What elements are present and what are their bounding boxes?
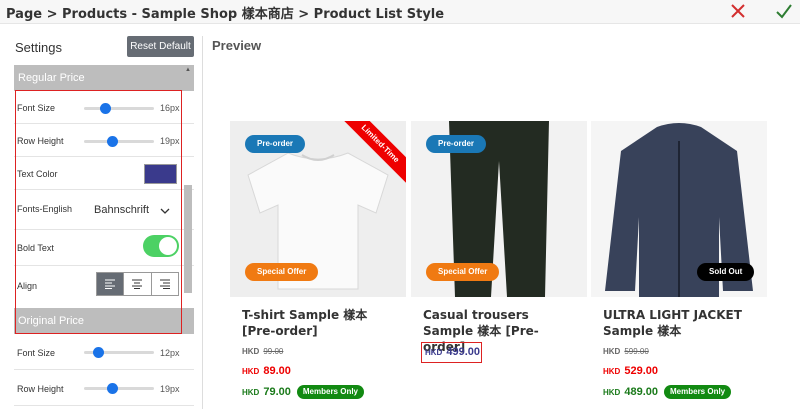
setting-font-size: Font Size 16px [14, 91, 194, 124]
members-only-badge: Members Only [664, 385, 732, 399]
currency: HKD [603, 367, 621, 376]
align-left-icon [105, 279, 116, 289]
setting-fonts-english: Fonts-English Bahnschrift [14, 190, 194, 230]
original-price: HKD 99.00 [242, 347, 283, 356]
product-card[interactable]: Pre-order Special Offer Casual trousers … [411, 121, 587, 411]
currency: HKD [242, 388, 260, 397]
font-size-value: 16px [160, 103, 180, 113]
amount: 489.00 [624, 386, 658, 398]
check-icon[interactable] [774, 1, 794, 21]
reset-default-button[interactable]: Reset Default [127, 36, 194, 57]
orig-font-size-slider[interactable] [84, 347, 154, 358]
panel-divider [202, 36, 203, 409]
setting-orig-font-size: Font Size 12px [14, 334, 194, 370]
align-right-icon [159, 279, 170, 289]
slider-knob[interactable] [107, 383, 118, 394]
font-size-slider[interactable] [84, 103, 154, 114]
scrollbar-thumb[interactable] [184, 185, 192, 293]
settings-panel: Settings Reset Default Regular Price Fon… [0, 24, 198, 409]
currency: HKD [425, 348, 443, 357]
breadcrumb: Page > Products - Sample Shop 樣本商店 > Pro… [6, 7, 445, 22]
member-price: HKD 489.00 Members Only [603, 385, 732, 399]
product-image[interactable]: Pre-order Special Offer [411, 121, 587, 297]
fonts-english-dropdown[interactable]: Bahnschrift [94, 204, 149, 216]
align-left-button[interactable] [97, 273, 125, 295]
text-color-label: Text Color [17, 169, 58, 179]
member-price: HKD 79.00 Members Only [242, 385, 365, 399]
pre-order-badge: Pre-order [245, 135, 306, 153]
sale-price: HKD 529.00 [603, 365, 658, 377]
product-card[interactable]: Sold Out ULTRA LIGHT JACKET Sample 樣本 HK… [591, 121, 767, 411]
font-size-label: Font Size [17, 348, 56, 358]
members-only-badge: Members Only [296, 385, 365, 399]
orig-row-height-value: 19px [160, 384, 180, 394]
slider-knob[interactable] [100, 103, 111, 114]
align-right-button[interactable] [152, 273, 178, 295]
row-height-slider[interactable] [84, 136, 154, 147]
setting-text-color: Text Color [14, 157, 194, 190]
bold-text-toggle[interactable] [143, 235, 179, 257]
currency: HKD [242, 367, 260, 376]
amount: 89.00 [263, 365, 291, 377]
amount: 529.00 [624, 365, 658, 377]
product-image[interactable]: Pre-order Special Offer Limited-Time [230, 121, 406, 297]
settings-scroll-area: Regular Price Font Size 16px Row Height … [14, 65, 194, 409]
currency: HKD [603, 347, 621, 356]
chevron-down-icon[interactable] [160, 206, 170, 216]
original-price: HKD 599.00 [603, 347, 649, 356]
pre-order-badge: Pre-order [426, 135, 487, 153]
toggle-knob [159, 237, 177, 255]
font-size-label: Font Size [17, 103, 56, 113]
row-height-value: 19px [160, 136, 180, 146]
top-bar: Page > Products - Sample Shop 樣本商店 > Pro… [0, 0, 800, 24]
regular-price-highlighted: HKD 499.00 [421, 342, 482, 363]
setting-row-height: Row Height 19px [14, 124, 194, 157]
settings-title: Settings [15, 40, 62, 55]
preview-title: Preview [212, 38, 262, 53]
row-height-label: Row Height [17, 384, 64, 394]
bold-text-label: Bold Text [17, 243, 54, 253]
amount: 99.00 [263, 347, 284, 356]
sold-out-badge: Sold Out [697, 263, 755, 281]
currency: HKD [242, 347, 260, 356]
special-offer-badge: Special Offer [426, 263, 500, 281]
amount: 599.00 [624, 347, 649, 356]
align-button-group [96, 272, 179, 296]
orig-font-size-value: 12px [160, 348, 180, 358]
slider-knob[interactable] [107, 136, 118, 147]
fonts-english-label: Fonts-English [17, 204, 73, 214]
amount: 499.00 [446, 346, 480, 358]
scroll-up-icon[interactable]: ▲ [185, 67, 191, 73]
special-offer-badge: Special Offer [245, 263, 319, 281]
close-icon[interactable] [728, 1, 748, 21]
setting-align: Align [14, 266, 194, 304]
setting-bold-text: Bold Text [14, 230, 194, 266]
product-card[interactable]: Pre-order Special Offer Limited-Time T-s… [230, 121, 406, 411]
align-center-button[interactable] [124, 273, 152, 295]
align-label: Align [17, 281, 38, 291]
settings-scrollbar[interactable]: ▲ [183, 65, 193, 409]
text-color-swatch[interactable] [144, 164, 177, 184]
slider-knob[interactable] [93, 347, 104, 358]
align-center-icon [132, 279, 143, 289]
product-image[interactable]: Sold Out [591, 121, 767, 297]
section-original-price[interactable]: Original Price [14, 308, 194, 334]
orig-row-height-slider[interactable] [84, 383, 154, 394]
currency: HKD [603, 388, 621, 397]
setting-orig-row-height: Row Height 19px [14, 370, 194, 406]
product-name[interactable]: ULTRA LIGHT JACKET Sample 樣本 [603, 307, 758, 339]
amount: 79.00 [263, 386, 291, 398]
row-height-label: Row Height [17, 136, 64, 146]
sale-price: HKD 89.00 [242, 365, 291, 377]
product-name[interactable]: T-shirt Sample 樣本 [Pre-order] [242, 307, 397, 339]
section-regular-price[interactable]: Regular Price [14, 65, 194, 91]
